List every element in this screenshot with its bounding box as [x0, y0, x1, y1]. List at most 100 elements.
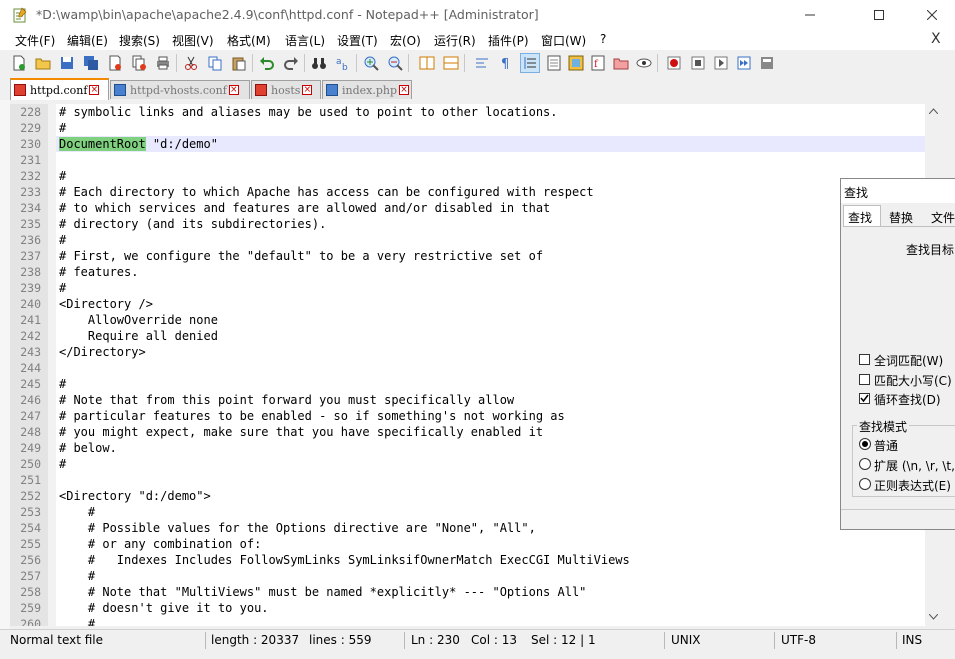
mode-extended-radio[interactable]	[859, 458, 871, 470]
code-line[interactable]: 232 #	[10, 168, 941, 184]
zoom-out-button[interactable]	[385, 53, 405, 73]
match-whole-word-checkbox[interactable]	[859, 354, 870, 365]
code-line[interactable]: 256 # Indexes Includes FollowSymLinks Sy…	[10, 552, 941, 568]
find-dialog-titlebar[interactable]: 查找	[841, 179, 955, 203]
code-line[interactable]: 246 # Note that from this point forward y…	[10, 392, 941, 408]
sync-vertical-button[interactable]	[417, 53, 437, 73]
tab-httpd-vhosts-conf[interactable]: httpd-vhosts.conf ×	[110, 80, 250, 99]
user-lang-button[interactable]	[544, 53, 564, 73]
menu-help[interactable]: ?	[600, 32, 606, 46]
tab-close-icon[interactable]: ×	[89, 85, 100, 95]
menu-search[interactable]: 搜索(S)	[119, 32, 160, 49]
code-line[interactable]: 234 # to which services and features are …	[10, 200, 941, 216]
new-file-button[interactable]	[9, 53, 29, 73]
code-line[interactable]: 233 # Each directory to which Apache has …	[10, 184, 941, 200]
doc-map-button[interactable]	[566, 53, 586, 73]
run-macro-multiple-button[interactable]	[734, 53, 754, 73]
tab-index-php[interactable]: index.php ×	[322, 80, 412, 99]
title-bar[interactable]: *D:\wamp\bin\apache\apache2.4.9\conf\htt…	[0, 0, 955, 30]
tab-find-in-files[interactable]: 文件	[931, 209, 955, 226]
save-macro-button[interactable]	[757, 53, 777, 73]
menu-window[interactable]: 窗口(W)	[541, 32, 586, 49]
replace-button[interactable]: ab	[333, 53, 353, 73]
menu-macro[interactable]: 宏(O)	[390, 32, 421, 49]
monitoring-button[interactable]	[634, 53, 654, 73]
menu-language[interactable]: 语言(L)	[285, 32, 325, 49]
wrap-around-checkbox[interactable]	[859, 393, 870, 404]
play-macro-button[interactable]	[711, 53, 731, 73]
folder-workspace-button[interactable]	[611, 53, 631, 73]
scroll-up-icon[interactable]	[929, 108, 938, 114]
word-wrap-button[interactable]	[472, 53, 492, 73]
redo-button[interactable]	[281, 53, 301, 73]
print-button[interactable]	[153, 53, 173, 73]
show-all-chars-button[interactable]: ¶	[496, 53, 516, 73]
maximize-button[interactable]	[856, 0, 902, 30]
code-line[interactable]: 252 <Directory "d:/demo">	[10, 488, 941, 504]
tab-find[interactable]: 查找	[843, 205, 881, 227]
tab-close-icon[interactable]: ×	[399, 85, 410, 95]
menu-file[interactable]: 文件(F)	[15, 32, 55, 49]
code-line[interactable]: 242 Require all denied	[10, 328, 941, 344]
undo-button[interactable]	[257, 53, 277, 73]
code-line[interactable]: 240 <Directory />	[10, 296, 941, 312]
copy-button[interactable]	[205, 53, 225, 73]
mode-normal-radio[interactable]	[859, 438, 871, 450]
code-line[interactable]: 228 # symbolic links and aliases may be u…	[10, 104, 941, 120]
tab-httpd-conf[interactable]: httpd.conf ×	[10, 78, 109, 100]
code-line[interactable]: 255 # or any combination of:	[10, 536, 941, 552]
function-list-button[interactable]: f	[588, 53, 608, 73]
close-all-button[interactable]	[129, 53, 149, 73]
stop-macro-button[interactable]	[688, 53, 708, 73]
code-line[interactable]: 231	[10, 152, 941, 168]
code-line[interactable]: 248 # you might expect, make sure that yo…	[10, 424, 941, 440]
code-editor[interactable]: 228 # symbolic links and aliases may be u…	[10, 104, 941, 626]
tab-hosts[interactable]: hosts ×	[251, 80, 321, 99]
match-case-checkbox[interactable]	[859, 374, 870, 385]
find-dialog[interactable]: 查找 查找 替换 文件 查找目标 全词匹配(W) 匹配大小写(C) 循环查找(D…	[840, 178, 955, 530]
code-line[interactable]: 245 #	[10, 376, 941, 392]
menu-settings[interactable]: 设置(T)	[337, 32, 378, 49]
zoom-in-button[interactable]	[361, 53, 381, 73]
code-line[interactable]: 229 #	[10, 120, 941, 136]
save-button[interactable]	[57, 53, 77, 73]
code-line[interactable]: 241 AllowOverride none	[10, 312, 941, 328]
code-line[interactable]: 258 # Note that "MultiViews" must be nam…	[10, 584, 941, 600]
menu-edit[interactable]: 编辑(E)	[67, 32, 108, 49]
code-line[interactable]: 236 #	[10, 232, 941, 248]
tab-replace[interactable]: 替换	[889, 209, 913, 226]
close-document-button[interactable]: X	[931, 31, 941, 47]
code-line[interactable]: 239 #	[10, 280, 941, 296]
code-line[interactable]: 254 # Possible values for the Options di…	[10, 520, 941, 536]
menu-format[interactable]: 格式(M)	[227, 32, 271, 49]
menu-view[interactable]: 视图(V)	[172, 32, 214, 49]
sync-horizontal-button[interactable]	[441, 53, 461, 73]
code-line[interactable]: 257 #	[10, 568, 941, 584]
find-button[interactable]	[309, 53, 329, 73]
close-window-button[interactable]	[909, 0, 955, 30]
minimize-button[interactable]	[787, 0, 833, 30]
code-line[interactable]: 250 #	[10, 456, 941, 472]
record-macro-button[interactable]	[664, 53, 684, 73]
code-line[interactable]: 253 #	[10, 504, 941, 520]
indent-guide-button[interactable]	[520, 53, 540, 73]
code-line[interactable]: 238 # features.	[10, 264, 941, 280]
code-line[interactable]: 260 #	[10, 616, 941, 626]
mode-regex-radio[interactable]	[859, 478, 871, 490]
cut-button[interactable]	[181, 53, 201, 73]
code-line[interactable]: 259 # doesn't give it to you.	[10, 600, 941, 616]
code-line[interactable]: 243 </Directory>	[10, 344, 941, 360]
code-line[interactable]: 244	[10, 360, 941, 376]
code-line[interactable]: 249 # below.	[10, 440, 941, 456]
code-line[interactable]: 235 # directory (and its subdirectories).	[10, 216, 941, 232]
code-line[interactable]: 247 # particular features to be enabled -…	[10, 408, 941, 424]
paste-button[interactable]	[229, 53, 249, 73]
code-line[interactable]: 230 DocumentRoot "d:/demo"	[10, 136, 941, 152]
menu-plugins[interactable]: 插件(P)	[488, 32, 529, 49]
menu-run[interactable]: 运行(R)	[434, 32, 476, 49]
close-file-button[interactable]	[105, 53, 125, 73]
save-all-button[interactable]	[81, 53, 101, 73]
tab-close-icon[interactable]: ×	[302, 85, 313, 95]
tab-close-icon[interactable]: ×	[228, 85, 239, 95]
scroll-down-icon[interactable]	[929, 614, 938, 620]
